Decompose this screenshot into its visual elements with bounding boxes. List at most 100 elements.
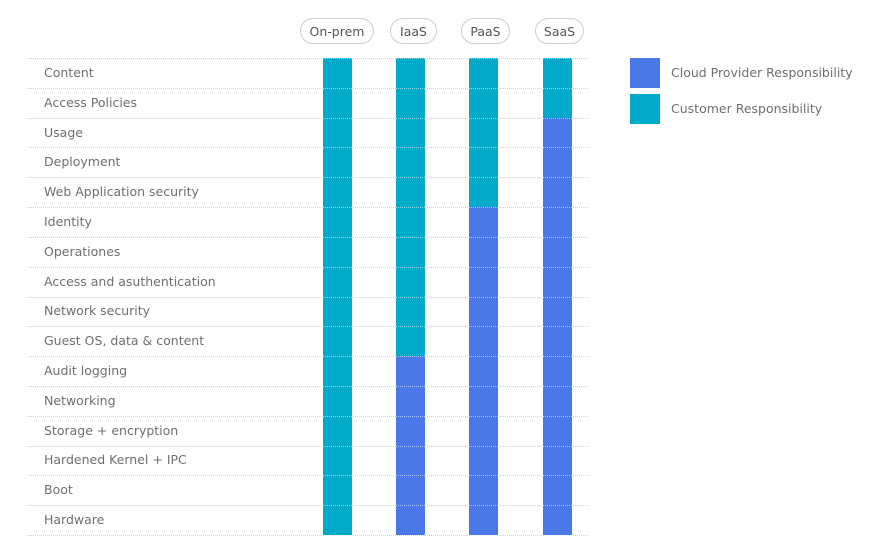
row-label-networking: Networking: [44, 392, 116, 408]
bar-row-separator: [396, 415, 425, 417]
bar-row-separator: [323, 445, 352, 447]
bar-row-separator: [543, 505, 572, 507]
row-label-operationes: Operationes: [44, 243, 121, 259]
bar-row-separator: [323, 117, 352, 119]
bar-row-separator: [543, 147, 572, 149]
bar-row-separator: [469, 356, 498, 358]
bar-row-separator: [323, 326, 352, 328]
bar-row-separator: [323, 177, 352, 179]
bar-row-separator: [323, 296, 352, 298]
bar-row-separator: [396, 147, 425, 149]
bar-row-separator: [396, 236, 425, 238]
gridline: [27, 87, 588, 89]
bar-row-separator: [469, 505, 498, 507]
bar-row-separator: [543, 296, 572, 298]
bar-row-separator: [543, 385, 572, 387]
bar-row-separator: [396, 266, 425, 268]
bar-row-separator: [469, 415, 498, 417]
bar-row-separator: [323, 415, 352, 417]
row-label-usage: Usage: [44, 124, 83, 140]
bar-row-separator: [323, 147, 352, 149]
row-label-content: Content: [44, 64, 94, 80]
row-label-deployment: Deployment: [44, 154, 121, 170]
bar-row-separator: [469, 87, 498, 89]
bar-row-separator: [543, 58, 572, 59]
bar-row-separator: [396, 356, 425, 358]
gridline: [27, 58, 588, 59]
bar-row-separator: [543, 87, 572, 89]
bar-row-separator: [396, 505, 425, 507]
responsibility-chart: Content Access Policies Usage Deployment Web…: [0, 0, 880, 557]
bar-row-separator: [543, 236, 572, 238]
gridline: [27, 415, 588, 417]
bar-row-separator: [469, 236, 498, 238]
bar-row-separator: [469, 326, 498, 328]
row-label-web-application-security: Web Application security: [44, 184, 199, 200]
bar-row-separator: [396, 117, 425, 119]
row-label-boot: Boot: [44, 482, 73, 498]
bar-paas-cloud-provider: [469, 207, 498, 535]
legend-swatch-cloud-provider: [630, 58, 660, 88]
bar-row-separator: [396, 475, 425, 477]
bar-row-separator: [396, 385, 425, 387]
legend-label-customer: Customer Responsibility: [671, 101, 823, 116]
row-label-guest-os-data-content: Guest OS, data & content: [44, 333, 205, 349]
gridline: [27, 236, 588, 238]
gridline: [27, 445, 588, 447]
gridline: [27, 475, 588, 477]
column-header-on-prem: On-prem: [300, 18, 374, 44]
bar-row-separator: [469, 445, 498, 447]
bar-row-separator: [469, 475, 498, 477]
row-label-network-security: Network security: [44, 303, 151, 319]
bar-row-separator: [396, 177, 425, 179]
bar-row-separator: [396, 207, 425, 209]
bar-row-separator: [323, 58, 352, 59]
bar-row-separator: [543, 177, 572, 179]
bar-row-separator: [469, 266, 498, 268]
bar-row-separator: [543, 326, 572, 328]
row-label-hardware: Hardware: [44, 512, 105, 528]
row-label-storage-encryption: Storage + encryption: [44, 422, 179, 438]
column-header-paas: PaaS: [461, 18, 510, 44]
bar-row-separator: [469, 147, 498, 149]
bar-row-separator: [323, 207, 352, 209]
column-header-iaas: IaaS: [390, 18, 437, 44]
gridline: [27, 296, 588, 298]
bar-row-separator: [543, 415, 572, 417]
bar-row-separator: [396, 535, 425, 536]
row-label-access-and-asuthentication: Access and asuthentication: [44, 273, 216, 289]
bar-row-separator: [469, 207, 498, 209]
bar-row-separator: [396, 58, 425, 59]
bar-row-separator: [469, 296, 498, 298]
bar-row-separator: [543, 266, 572, 268]
gridline: [27, 266, 588, 268]
bar-row-separator: [396, 87, 425, 89]
bar-row-separator: [323, 535, 352, 536]
bar-row-separator: [469, 58, 498, 59]
gridline: [27, 385, 588, 387]
gridline: [27, 117, 588, 119]
column-header-saas: SaaS: [535, 18, 584, 44]
bar-row-separator: [323, 356, 352, 358]
bar-row-separator: [323, 87, 352, 89]
gridline: [27, 535, 588, 536]
bar-row-separator: [543, 207, 572, 209]
bar-row-separator: [543, 356, 572, 358]
bar-row-separator: [543, 475, 572, 477]
bar-row-separator: [396, 445, 425, 447]
bar-paas-customer: [469, 58, 498, 208]
bar-row-separator: [469, 385, 498, 387]
bar-row-separator: [543, 535, 572, 536]
bar-row-separator: [323, 385, 352, 387]
bar-row-separator: [469, 535, 498, 536]
gridline: [27, 326, 588, 328]
bar-row-separator: [323, 475, 352, 477]
gridline: [27, 147, 588, 149]
bar-row-separator: [396, 296, 425, 298]
row-label-access-policies: Access Policies: [44, 94, 137, 110]
bar-row-separator: [396, 326, 425, 328]
row-label-hardened-kernel-ipc: Hardened Kernel + IPC: [44, 452, 187, 468]
row-label-audit-logging: Audit logging: [44, 363, 128, 379]
bar-row-separator: [543, 445, 572, 447]
row-label-identity: Identity: [44, 213, 92, 229]
